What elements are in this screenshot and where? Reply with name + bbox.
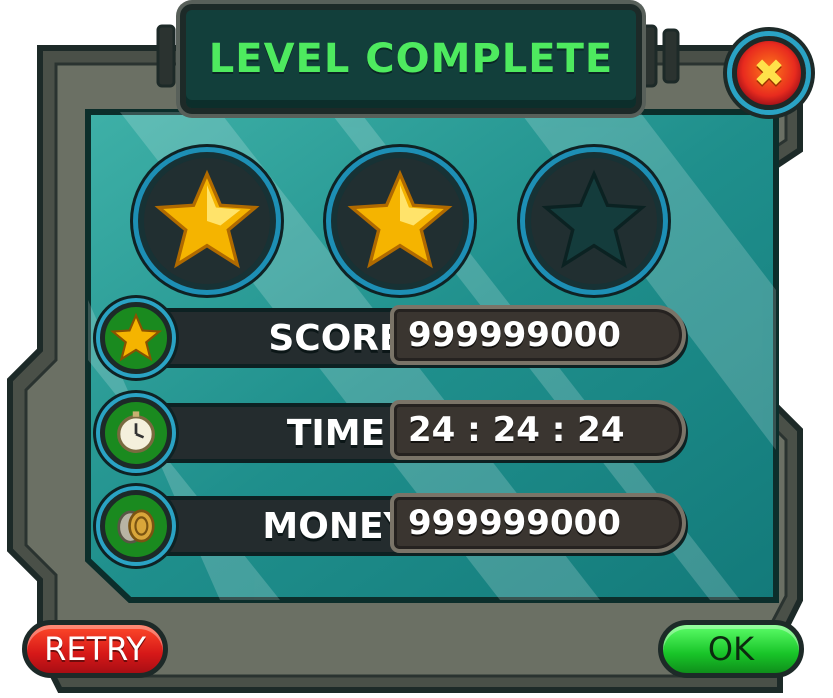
title-plate: LEVEL COMPLETE xyxy=(180,4,642,114)
close-icon: ✖ xyxy=(753,51,785,95)
money-value: 999999000 xyxy=(390,493,686,553)
close-button[interactable]: ✖ xyxy=(732,36,806,110)
star-slot-2 xyxy=(331,152,469,290)
time-value: 24 : 24 : 24 xyxy=(390,400,686,460)
money-row: MONEY 999999000 xyxy=(100,490,692,562)
coins-icon xyxy=(100,490,172,562)
ok-button[interactable]: OK xyxy=(658,620,804,678)
score-row: SCORE 999999000 xyxy=(100,302,692,374)
star-empty-icon xyxy=(541,169,647,269)
star-filled-icon xyxy=(347,169,453,269)
score-value: 999999000 xyxy=(390,305,686,365)
time-row: TIME 24 : 24 : 24 xyxy=(100,397,692,469)
retry-button[interactable]: RETRY xyxy=(22,620,168,678)
star-slot-1 xyxy=(138,152,276,290)
star-icon xyxy=(100,302,172,374)
star-filled-icon xyxy=(154,169,260,269)
star-slot-3 xyxy=(525,152,663,290)
page-title: LEVEL COMPLETE xyxy=(208,36,614,82)
clock-icon xyxy=(100,397,172,469)
